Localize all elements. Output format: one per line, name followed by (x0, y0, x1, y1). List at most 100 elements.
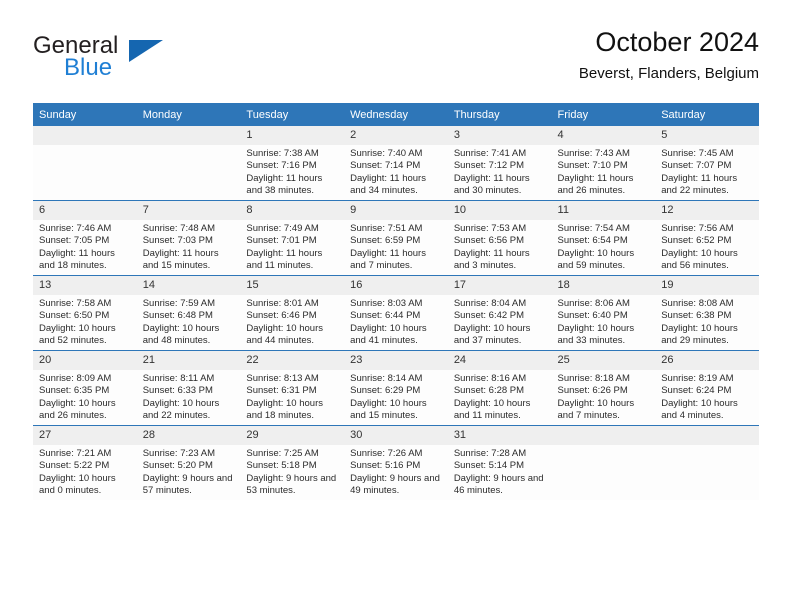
calendar-day-cell-empty (33, 126, 137, 201)
calendar-day-cell[interactable]: 5 Sunrise: 7:45 AM Sunset: 7:07 PM Daylight… (655, 126, 759, 201)
calendar-day-cell[interactable]: 4 Sunrise: 7:43 AM Sunset: 7:10 PM Daylight… (551, 126, 656, 201)
weekday-header-thursday: Thursday (447, 103, 552, 126)
calendar-day-cell[interactable]: 29 Sunrise: 7:25 AM Sunset: 5:18 PM Dayligh… (240, 425, 345, 500)
sunset-text: Sunset: 7:01 PM (246, 235, 317, 247)
day-sun-info: Sunrise: 7:43 AM Sunset: 7:10 PM Daylight:… (552, 145, 656, 198)
weekday-header-wednesday: Wednesday (344, 103, 448, 126)
day-sun-info: Sunrise: 7:46 AM Sunset: 7:05 PM Daylight:… (33, 220, 137, 273)
calendar-day-cell[interactable]: 20 Sunrise: 8:09 AM Sunset: 6:35 PM Dayligh… (33, 350, 137, 426)
calendar-day-cell[interactable]: 26 Sunrise: 8:19 AM Sunset: 6:24 PM Dayligh… (655, 350, 759, 426)
calendar-day-cell[interactable]: 8 Sunrise: 7:49 AM Sunset: 7:01 PM Daylight… (240, 200, 345, 276)
calendar-day-cell[interactable]: 12 Sunrise: 7:56 AM Sunset: 6:52 PM Dayligh… (655, 200, 759, 276)
day-number: 14 (136, 276, 241, 295)
sunset-text: Sunset: 6:28 PM (453, 385, 525, 397)
calendar-week-row: 6 Sunrise: 7:46 AM Sunset: 7:05 PM Daylight… (33, 200, 759, 276)
calendar-day-cell[interactable]: 10 Sunrise: 7:53 AM Sunset: 6:56 PM Dayligh… (447, 200, 552, 276)
calendar-day-cell[interactable]: 2 Sunrise: 7:40 AM Sunset: 7:14 PM Daylight… (344, 126, 448, 201)
calendar-day-cell[interactable]: 1 Sunrise: 7:38 AM Sunset: 7:16 PM Daylight… (240, 126, 345, 201)
calendar-day-cell[interactable]: 25 Sunrise: 8:18 AM Sunset: 6:26 PM Dayligh… (551, 350, 656, 426)
sunset-text: Sunset: 5:16 PM (350, 460, 421, 472)
sunset-text: Sunset: 6:50 PM (39, 310, 110, 322)
calendar-day-cell[interactable]: 6 Sunrise: 7:46 AM Sunset: 7:05 PM Daylight… (33, 200, 137, 276)
calendar-day-cell[interactable]: 7 Sunrise: 7:48 AM Sunset: 7:03 PM Daylight… (136, 200, 241, 276)
day-number: 27 (33, 426, 137, 445)
daylight-text: Daylight: 10 hours and 44 minutes. (246, 322, 323, 347)
sunrise-text: Sunrise: 7:41 AM (453, 148, 527, 159)
daylight-text: Daylight: 10 hours and 37 minutes. (453, 322, 531, 347)
day-sun-info: Sunrise: 8:14 AM Sunset: 6:29 PM Daylight:… (344, 370, 448, 423)
calendar-week-row: 1 Sunrise: 7:38 AM Sunset: 7:16 PM Daylight… (33, 126, 759, 201)
day-number: 3 (447, 126, 552, 145)
page-subtitle: Beverst, Flanders, Belgium (578, 65, 759, 82)
day-number: 31 (447, 426, 552, 445)
calendar-day-cell[interactable]: 14 Sunrise: 7:59 AM Sunset: 6:48 PM Dayligh… (136, 275, 241, 351)
calendar-day-cell[interactable]: 17 Sunrise: 8:04 AM Sunset: 6:42 PM Dayligh… (447, 275, 552, 351)
calendar-day-cell[interactable]: 30 Sunrise: 7:26 AM Sunset: 5:16 PM Dayligh… (344, 425, 448, 500)
day-sun-info: Sunrise: 7:49 AM Sunset: 7:01 PM Daylight:… (240, 220, 344, 273)
calendar-body: 1 Sunrise: 7:38 AM Sunset: 7:16 PM Daylight… (33, 126, 759, 500)
calendar-day-cell[interactable]: 22 Sunrise: 8:13 AM Sunset: 6:31 PM Dayligh… (240, 350, 345, 426)
day-sun-info: Sunrise: 8:16 AM Sunset: 6:28 PM Daylight:… (448, 370, 552, 423)
sunrise-text: Sunrise: 7:23 AM (142, 448, 216, 459)
day-number: 13 (33, 276, 137, 295)
day-sun-info: Sunrise: 7:25 AM Sunset: 5:18 PM Daylight:… (240, 445, 344, 498)
sunset-text: Sunset: 6:38 PM (661, 310, 732, 322)
page-header: General Blue October 2024 Beverst, Fland… (33, 26, 759, 98)
sunset-text: Sunset: 7:10 PM (557, 160, 628, 172)
sunrise-text: Sunrise: 7:56 AM (661, 223, 734, 234)
daylight-text: Daylight: 11 hours and 7 minutes. (350, 247, 426, 272)
calendar-day-cell[interactable]: 28 Sunrise: 7:23 AM Sunset: 5:20 PM Dayligh… (136, 425, 241, 500)
day-number: 11 (551, 201, 656, 220)
daylight-text: Daylight: 9 hours and 57 minutes. (142, 472, 233, 497)
page-title: October 2024 (595, 27, 759, 57)
calendar-day-cell[interactable]: 3 Sunrise: 7:41 AM Sunset: 7:12 PM Daylight… (447, 126, 552, 201)
calendar-day-cell[interactable]: 11 Sunrise: 7:54 AM Sunset: 6:54 PM Dayligh… (551, 200, 656, 276)
calendar-day-cell[interactable]: 31 Sunrise: 7:28 AM Sunset: 5:14 PM Dayligh… (447, 425, 552, 500)
sunrise-text: Sunrise: 7:21 AM (39, 448, 112, 459)
day-sun-info: Sunrise: 7:23 AM Sunset: 5:20 PM Daylight:… (137, 445, 241, 498)
day-number: 1 (240, 126, 345, 145)
daylight-text: Daylight: 9 hours and 49 minutes. (350, 472, 440, 497)
calendar-day-cell[interactable]: 15 Sunrise: 8:01 AM Sunset: 6:46 PM Dayligh… (240, 275, 345, 351)
day-sun-info: Sunrise: 8:18 AM Sunset: 6:26 PM Daylight:… (552, 370, 656, 423)
daylight-text: Daylight: 10 hours and 59 minutes. (557, 247, 635, 272)
day-number: 2 (344, 126, 448, 145)
sunrise-text: Sunrise: 7:40 AM (350, 148, 423, 159)
calendar-day-cell[interactable]: 16 Sunrise: 8:03 AM Sunset: 6:44 PM Dayligh… (344, 275, 448, 351)
daylight-text: Daylight: 10 hours and 29 minutes. (661, 322, 738, 347)
daylight-text: Daylight: 10 hours and 18 minutes. (246, 397, 323, 422)
sunrise-text: Sunrise: 7:49 AM (246, 223, 319, 234)
daylight-text: Daylight: 10 hours and 0 minutes. (39, 472, 116, 497)
weekday-header-row: Sunday Monday Tuesday Wednesday Thursday Frid… (33, 103, 759, 126)
sunrise-text: Sunrise: 7:38 AM (246, 148, 319, 159)
day-number: 24 (447, 351, 552, 370)
sunset-text: Sunset: 6:26 PM (557, 385, 628, 397)
calendar-day-cell-empty (655, 425, 759, 500)
calendar-page: General Blue October 2024 Beverst, Fland… (0, 0, 792, 612)
calendar-day-cell[interactable]: 18 Sunrise: 8:06 AM Sunset: 6:40 PM Dayligh… (551, 275, 656, 351)
daylight-text: Daylight: 10 hours and 4 minutes. (661, 397, 738, 422)
sunrise-text: Sunrise: 8:19 AM (661, 373, 734, 384)
day-sun-info: Sunrise: 7:51 AM Sunset: 6:59 PM Daylight:… (344, 220, 448, 273)
calendar-day-cell[interactable]: 21 Sunrise: 8:11 AM Sunset: 6:33 PM Dayligh… (136, 350, 241, 426)
daylight-text: Daylight: 11 hours and 26 minutes. (557, 172, 634, 197)
day-number: 15 (240, 276, 345, 295)
day-number: 22 (240, 351, 345, 370)
calendar-day-cell[interactable]: 19 Sunrise: 8:08 AM Sunset: 6:38 PM Dayligh… (655, 275, 759, 351)
calendar-day-cell[interactable]: 13 Sunrise: 7:58 AM Sunset: 6:50 PM Dayligh… (33, 275, 137, 351)
calendar-day-cell[interactable]: 27 Sunrise: 7:21 AM Sunset: 5:22 PM Dayligh… (33, 425, 137, 500)
day-sun-info: Sunrise: 7:58 AM Sunset: 6:50 PM Daylight:… (33, 295, 137, 348)
daylight-text: Daylight: 10 hours and 7 minutes. (557, 397, 635, 422)
sunset-text: Sunset: 7:16 PM (246, 160, 317, 172)
sunset-text: Sunset: 6:31 PM (246, 385, 317, 397)
daylight-text: Daylight: 10 hours and 33 minutes. (557, 322, 635, 347)
sunset-text: Sunset: 5:18 PM (246, 460, 317, 472)
calendar-day-cell[interactable]: 9 Sunrise: 7:51 AM Sunset: 6:59 PM Daylight… (344, 200, 448, 276)
day-number: 10 (447, 201, 552, 220)
day-number: 7 (136, 201, 241, 220)
general-blue-logo[interactable]: General Blue (33, 32, 223, 90)
day-number: 12 (655, 201, 759, 220)
calendar-day-cell[interactable]: 23 Sunrise: 8:14 AM Sunset: 6:29 PM Dayligh… (344, 350, 448, 426)
sunrise-text: Sunrise: 7:46 AM (39, 223, 112, 234)
calendar-day-cell[interactable]: 24 Sunrise: 8:16 AM Sunset: 6:28 PM Dayligh… (447, 350, 552, 426)
